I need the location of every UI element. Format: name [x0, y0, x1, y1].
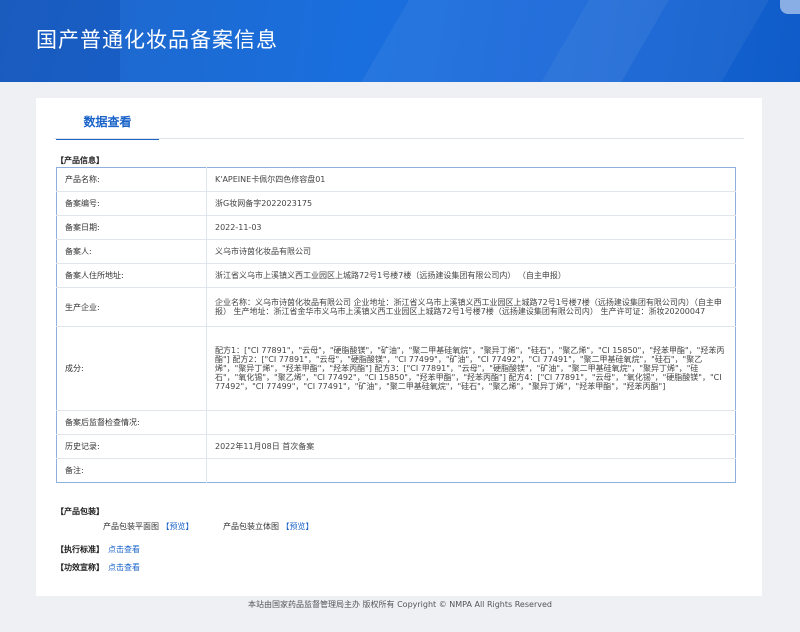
header-banner: 国产普通化妆品备案信息	[0, 0, 800, 82]
info-row-key: 成分:	[56, 326, 207, 411]
info-row: 备注:	[56, 458, 736, 483]
page-title: 国产普通化妆品备案信息	[36, 28, 278, 52]
packaging-solid-row: 产品包装立体图 【预览】	[223, 521, 314, 532]
packaging-flat-preview-link[interactable]: 【预览】	[162, 522, 194, 531]
info-row-key: 备案日期:	[56, 215, 207, 240]
packaging-flat-row: 产品包装平面图 【预览】	[103, 521, 194, 532]
page-footer: 本站由国家药品监督管理局主办 版权所有 Copyright © NMPA All…	[248, 600, 552, 609]
info-row-value	[206, 410, 736, 435]
packaging-section-title: 【产品包装】	[56, 507, 104, 516]
info-row-value	[207, 459, 736, 483]
product-info-table: 产品名称: K'APEINE卡佩尔四色修容盘01 备案编号: 浙G妆网备字202202…	[56, 167, 736, 483]
efficacy-view-link[interactable]: 点击查看	[108, 562, 140, 573]
info-row: 生产企业: 企业名称：义乌市诗茵化妆品有限公司 企业地址：浙江省义乌市上溪镇义西工…	[56, 287, 736, 327]
info-row: 备案人住所地址: 浙江省义乌市上溪镇义西工业园区上城路72号1号楼7楼（远扬建设集…	[56, 263, 736, 288]
product-info-section-title: 【产品信息】	[56, 156, 104, 165]
info-row: 备案编号: 浙G妆网备字2022023175	[56, 191, 736, 216]
info-row-value: 义乌市诗茵化妆品有限公司	[206, 239, 736, 264]
info-row: 备案人: 义乌市诗茵化妆品有限公司	[56, 239, 736, 264]
efficacy-section-title: 【功效宣称】	[56, 563, 104, 572]
info-row: 成分: 配方1：["CI 77891"，"云母"，"硬脂酸镁"，"矿油"，"聚二甲…	[56, 326, 736, 411]
info-row-value: 企业名称：义乌市诗茵化妆品有限公司 企业地址：浙江省义乌市上溪镇义西工业园区上城…	[206, 287, 736, 327]
tab-data-view[interactable]: 数据查看	[56, 111, 159, 140]
info-row-key: 备案后监督检查情况:	[56, 410, 207, 435]
info-row-key: 生产企业:	[56, 287, 207, 327]
info-row-value: 浙G妆网备字2022023175	[206, 191, 736, 216]
packaging-solid-preview-link[interactable]: 【预览】	[282, 522, 314, 531]
packaging-flat-label: 产品包装平面图	[103, 522, 159, 531]
info-row-key: 历史记录:	[56, 434, 207, 459]
info-row-value: K'APEINE卡佩尔四色修容盘01	[206, 167, 736, 192]
info-row: 历史记录: 2022年11月08日 首次备案	[56, 434, 736, 459]
info-row-key: 备注:	[56, 458, 207, 483]
info-row: 备案日期: 2022-11-03	[56, 215, 736, 240]
info-row-key: 产品名称:	[56, 167, 207, 192]
content-card: 数据查看 【产品信息】 产品名称: K'APEINE卡佩尔四色修容盘01 备案编号:…	[36, 98, 762, 596]
packaging-solid-label: 产品包装立体图	[223, 522, 279, 531]
info-row: 备案后监督检查情况:	[56, 410, 736, 435]
standard-section-title: 【执行标准】	[56, 545, 104, 554]
info-row-key: 备案人:	[56, 239, 207, 264]
info-row: 产品名称: K'APEINE卡佩尔四色修容盘01	[56, 167, 736, 192]
info-row-value: 配方1：["CI 77891"，"云母"，"硬脂酸镁"，"矿油"，"聚二甲基硅氧…	[206, 326, 736, 411]
info-row-value: 浙江省义乌市上溪镇义西工业园区上城路72号1号楼7楼（远扬建设集团有限公司内） …	[206, 263, 736, 288]
standard-view-link[interactable]: 点击查看	[108, 544, 140, 555]
info-row-key: 备案编号:	[56, 191, 207, 216]
tab-divider	[54, 138, 744, 139]
banner-decoration	[780, 0, 800, 14]
info-row-key: 备案人住所地址:	[56, 263, 207, 288]
info-row-value: 2022-11-03	[206, 215, 736, 240]
info-row-value: 2022年11月08日 首次备案	[206, 434, 736, 459]
